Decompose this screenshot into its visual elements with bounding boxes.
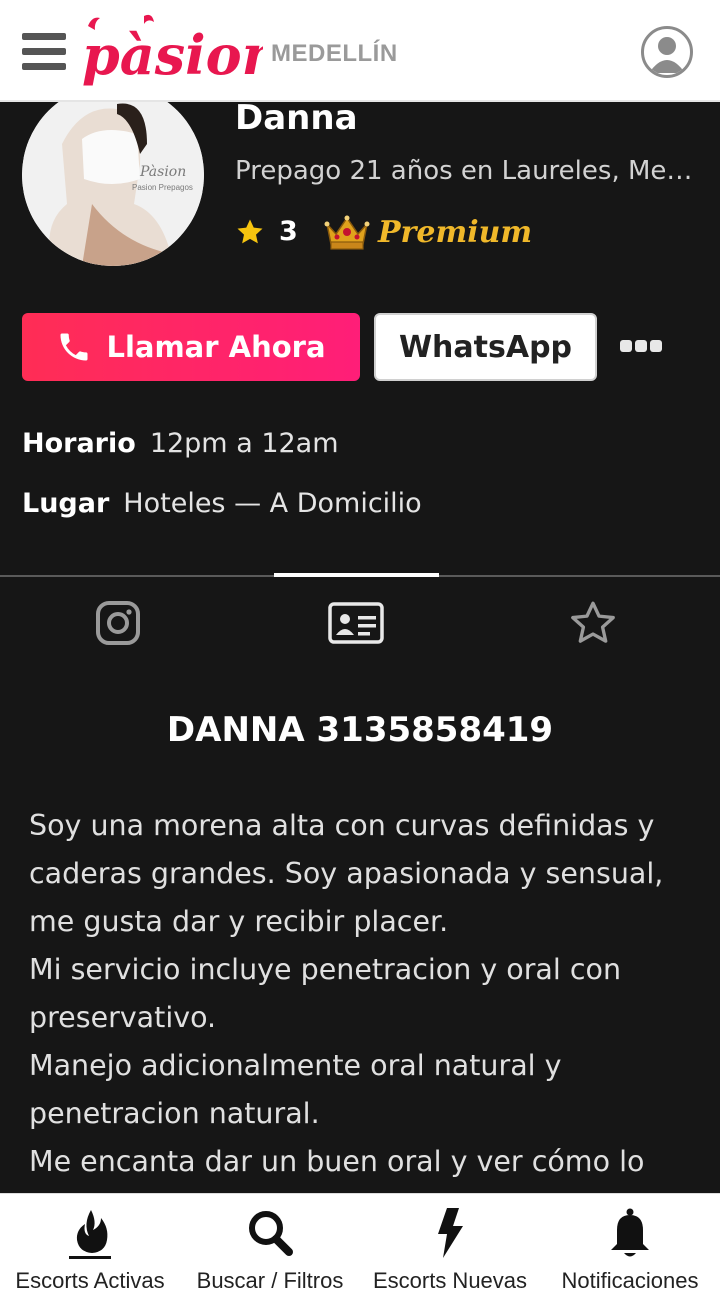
id-card-icon [328, 602, 384, 644]
crown-icon [324, 215, 370, 250]
more-dot [620, 340, 632, 352]
star-filled-icon [237, 219, 263, 243]
brand-logo[interactable]: pàsion [78, 8, 263, 93]
nav-search-filters[interactable]: Buscar / Filtros [180, 1194, 360, 1304]
schedule-value: 12pm a 12am [149, 428, 339, 459]
whatsapp-button[interactable]: WhatsApp [374, 313, 597, 381]
rating-value: 3 [279, 216, 298, 247]
description-paragraph: Mi servicio incluye penetracion y oral c… [29, 953, 622, 1034]
star-outline-icon [571, 601, 615, 643]
call-now-button[interactable]: Llamar Ahora [22, 313, 360, 381]
rating: 3 [235, 216, 298, 247]
premium-badge: Premium [324, 212, 532, 252]
bottom-navigation: Escorts Activas Buscar / Filtros Escorts… [0, 1193, 720, 1304]
schedule-label: Horario [22, 428, 136, 459]
nav-escorts-nuevas[interactable]: Escorts Nuevas [360, 1194, 540, 1304]
nav-label: Buscar / Filtros [196, 1268, 344, 1293]
avatar-watermark: Pàsion [139, 164, 186, 180]
call-now-label: Llamar Ahora [106, 330, 326, 364]
profile-subtitle: Prepago 21 años en Laureles, Medellín [235, 156, 700, 186]
schedule-row: Horario 12pm a 12am [22, 428, 339, 459]
profile-avatar[interactable]: Pàsion Pasion Prepagos [22, 84, 204, 266]
bell-icon [611, 1208, 649, 1257]
nav-label: Escorts Nuevas [372, 1268, 528, 1293]
brand-name: pàsion [82, 23, 263, 87]
lightning-icon [438, 1208, 463, 1258]
nav-label: Escorts Activas [15, 1268, 165, 1293]
tab-instagram[interactable] [93, 598, 143, 648]
description-paragraph: Soy una morena alta con curvas definidas… [29, 809, 664, 938]
nav-escorts-activas[interactable]: Escorts Activas [0, 1194, 180, 1304]
description-paragraph: Me encanta dar un buen oral y ver cómo l… [29, 1145, 645, 1178]
instagram-icon [96, 601, 140, 645]
nav-notifications[interactable]: Notificaciones [540, 1194, 720, 1304]
phone-icon [60, 333, 88, 361]
search-icon [249, 1211, 293, 1256]
whatsapp-label: WhatsApp [398, 329, 573, 365]
tab-profile-info[interactable] [328, 598, 384, 648]
menu-icon[interactable] [22, 33, 68, 71]
place-value: Hoteles — A Domicilio [123, 488, 422, 519]
more-options-button[interactable] [620, 340, 665, 352]
description-body: Soy una morena alta con curvas definidas… [29, 802, 694, 1194]
more-dot [650, 340, 662, 352]
place-row: Lugar Hoteles — A Domicilio [22, 488, 422, 519]
place-label: Lugar [22, 488, 110, 519]
active-tab-indicator [274, 573, 439, 577]
fire-icon [69, 1210, 111, 1259]
premium-label: Premium [378, 214, 533, 250]
nav-label: Notificaciones [561, 1268, 699, 1293]
tab-favorites[interactable] [568, 598, 618, 648]
account-icon[interactable] [641, 26, 693, 78]
description-paragraph: Manejo adicionalmente oral natural y pen… [29, 1049, 562, 1130]
avatar-watermark-sub: Pasion Prepagos [132, 183, 193, 192]
more-dot [635, 340, 647, 352]
city-selector[interactable]: MEDELLÍN [271, 40, 398, 68]
top-header: pàsion MEDELLÍN [0, 0, 720, 102]
profile-name: Danna [235, 98, 358, 138]
description-title: DANNA 3135858419 [166, 710, 554, 750]
